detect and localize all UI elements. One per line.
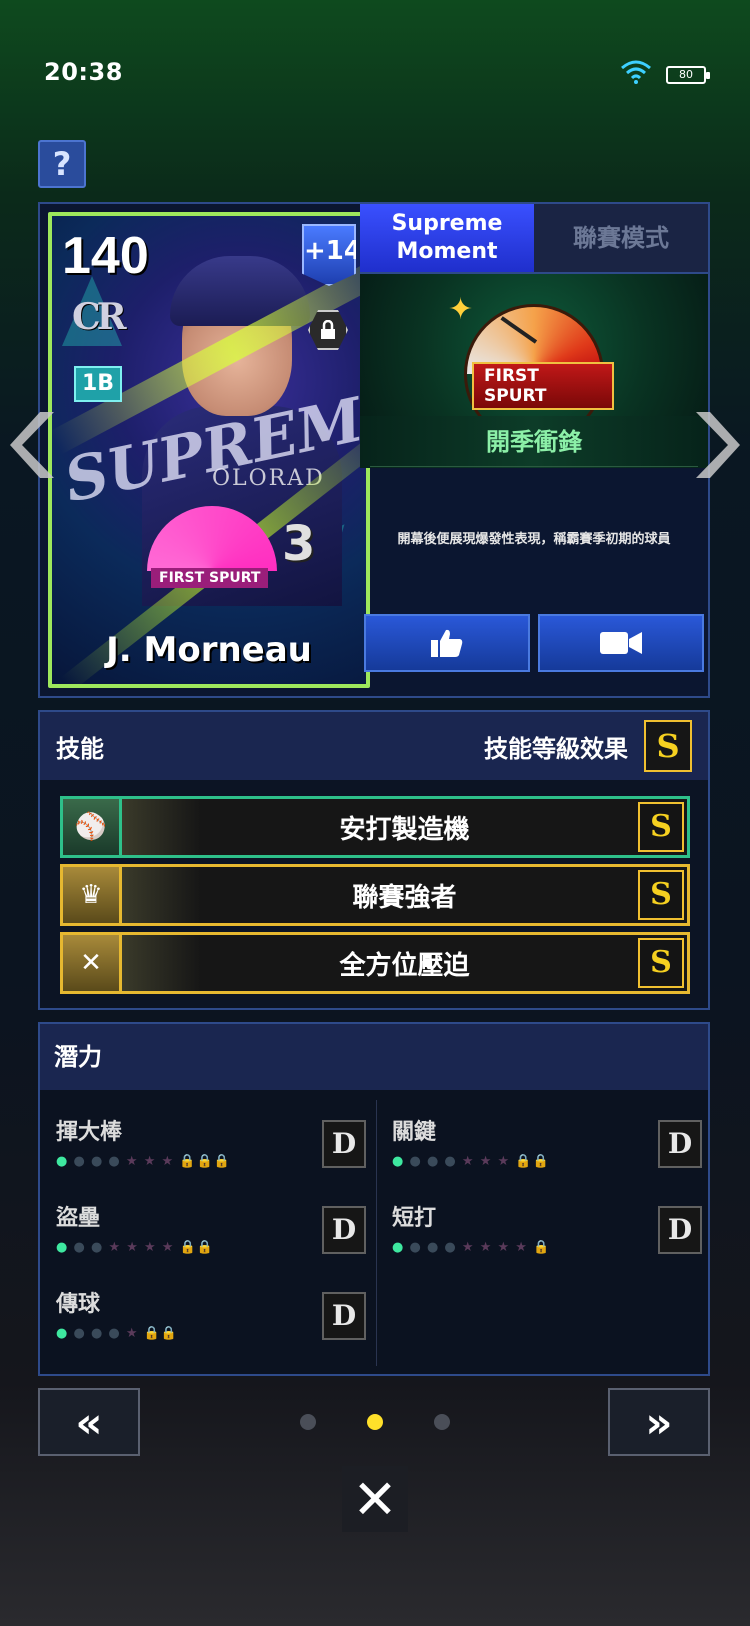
potential-item[interactable]: 短打 ● ● ● ● ★ ★ ★ ★ 🔒 D	[392, 1200, 702, 1280]
skill-grade: S	[638, 802, 684, 852]
theme-description: 開幕後便展現爆發性表現，稱霸賽季初期的球員	[397, 532, 671, 547]
status-bar: 20:38 80	[44, 58, 710, 94]
next-page-button[interactable]: »	[608, 1388, 710, 1456]
potential-grade: D	[322, 1292, 366, 1340]
potential-grade: D	[322, 1206, 366, 1254]
potential-item[interactable]: 關鍵 ● ● ● ● ★ ★ ★ 🔒🔒 D	[392, 1114, 702, 1194]
skills-title: 技能	[56, 734, 104, 763]
close-icon: ✕	[352, 1467, 398, 1531]
hit-machine-icon: ⚾	[60, 796, 122, 858]
overall-rating: 140	[62, 227, 149, 285]
card-panel: OLORAD 3 SUPREME FIRST SPURT 140 +14 CR …	[38, 202, 710, 698]
help-button[interactable]: ?	[38, 140, 86, 188]
clock: 20:38	[44, 58, 123, 86]
video-camera-icon	[600, 632, 642, 654]
first-spurt-gauge-icon: ✦ FIRST SPURT	[448, 292, 614, 444]
potential-item[interactable]: 盜壘 ● ● ● ★ ★ ★ ★ 🔒🔒 D	[56, 1200, 366, 1280]
theme-badge-label: FIRST SPURT	[472, 362, 614, 410]
page-dot-active[interactable]	[367, 1414, 383, 1430]
page-indicator	[300, 1414, 450, 1430]
team-logo: CR	[72, 296, 127, 338]
cross-bats-icon: ✕	[60, 932, 122, 994]
potential-name: 傳球	[56, 1292, 101, 1317]
potential-progress: ● ● ● ★ ★ ★ ★ 🔒🔒	[56, 1240, 214, 1255]
close-button[interactable]: ✕	[342, 1466, 408, 1532]
divider	[370, 466, 698, 467]
potential-name: 盜壘	[56, 1206, 101, 1231]
prev-card-arrow-icon[interactable]	[10, 410, 60, 480]
theme-badge-area: ✦ FIRST SPURT	[360, 274, 708, 444]
jersey-number: 3	[282, 516, 316, 572]
prev-page-button[interactable]: «	[38, 1388, 140, 1456]
card-theme-badge-label: FIRST SPURT	[151, 568, 269, 588]
potential-name: 短打	[392, 1206, 437, 1231]
player-card[interactable]: OLORAD 3 SUPREME FIRST SPURT 140 +14 CR …	[48, 212, 370, 688]
battery-icon: 80	[666, 66, 710, 84]
wifi-icon	[621, 60, 651, 84]
skill-row[interactable]: ⚾ 安打製造機 S	[60, 796, 690, 858]
like-button[interactable]	[364, 614, 530, 672]
page-dot[interactable]	[300, 1414, 316, 1430]
potential-name: 關鍵	[392, 1120, 437, 1145]
mode-tabs: Supreme Moment 聯賽模式	[360, 204, 708, 274]
skill-name: 聯賽強者	[122, 864, 690, 926]
position-badge: 1B	[74, 366, 122, 402]
potential-grade: D	[658, 1206, 702, 1254]
potential-name: 揮大棒	[56, 1120, 123, 1145]
skill-name: 安打製造機	[122, 796, 690, 858]
double-chevron-right-icon: »	[645, 1397, 673, 1447]
potential-progress: ● ● ● ● ★ ★ ★ 🔒🔒	[392, 1154, 550, 1169]
divider	[376, 1100, 377, 1366]
video-button[interactable]	[538, 614, 704, 672]
potential-title: 潛力	[40, 1024, 708, 1090]
sparkle-icon: ✦	[448, 292, 474, 327]
skills-header: 技能 技能等級效果 S	[40, 712, 708, 780]
tab-supreme-moment[interactable]: Supreme Moment	[360, 204, 534, 272]
potential-progress: ● ● ● ● ★ ★ ★ ★ 🔒	[392, 1240, 551, 1255]
theme-title: 開季衝鋒	[486, 428, 582, 456]
enhance-level-badge: +14	[302, 224, 356, 286]
potential-progress: ● ● ● ● ★ 🔒🔒	[56, 1326, 179, 1341]
double-chevron-left-icon: «	[75, 1397, 103, 1447]
next-card-arrow-icon[interactable]	[690, 410, 740, 480]
potential-progress: ● ● ● ● ★ ★ ★ 🔒🔒🔒	[56, 1154, 231, 1169]
potential-grade: D	[658, 1120, 702, 1168]
tab-league-mode[interactable]: 聯賽模式	[534, 204, 708, 272]
crown-icon: ♛	[60, 864, 122, 926]
skill-level-effect-label: 技能等級效果	[484, 734, 628, 763]
skill-grade: S	[638, 870, 684, 920]
thumbs-up-icon	[431, 629, 463, 657]
potential-item[interactable]: 傳球 ● ● ● ● ★ 🔒🔒 D	[56, 1286, 366, 1366]
potential-grade: D	[322, 1120, 366, 1168]
theme-panel: Supreme Moment 聯賽模式 ✦ FIRST SPURT 開季衝鋒 開…	[360, 204, 708, 696]
skill-level-grade[interactable]: S	[644, 720, 692, 772]
skill-grade: S	[638, 938, 684, 988]
skill-row[interactable]: ♛ 聯賽強者 S	[60, 864, 690, 926]
potential-item[interactable]: 揮大棒 ● ● ● ● ★ ★ ★ 🔒🔒🔒 D	[56, 1114, 366, 1194]
skills-panel: 技能 技能等級效果 S ⚾ 安打製造機 S ♛ 聯賽強者 S ✕ 全方位壓迫 S	[38, 710, 710, 1010]
card-theme-badge: FIRST SPURT	[137, 496, 287, 636]
action-buttons	[360, 614, 708, 672]
skill-name: 全方位壓迫	[122, 932, 690, 994]
theme-title-row: 開季衝鋒	[360, 416, 708, 468]
page-dot[interactable]	[434, 1414, 450, 1430]
potential-panel: 潛力 揮大棒 ● ● ● ● ★ ★ ★ 🔒🔒🔒 D 關鍵 ● ● ● ● ★ …	[38, 1022, 710, 1376]
skill-row[interactable]: ✕ 全方位壓迫 S	[60, 932, 690, 994]
player-name: J. Morneau	[106, 630, 312, 670]
